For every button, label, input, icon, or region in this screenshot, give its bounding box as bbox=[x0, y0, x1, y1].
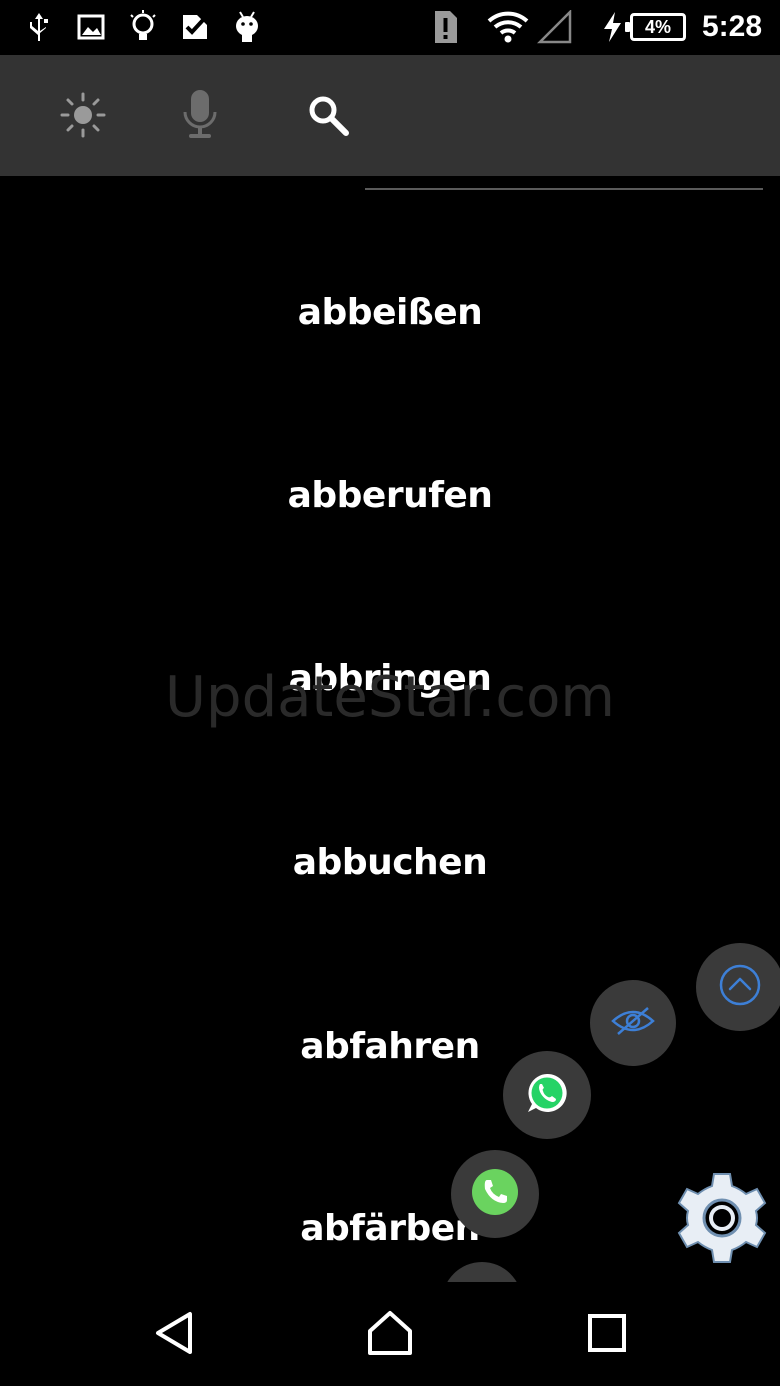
wifi-icon bbox=[486, 10, 530, 44]
list-item[interactable]: abbeißen bbox=[0, 292, 780, 333]
list-item[interactable]: abbuchen bbox=[0, 842, 780, 883]
charging-icon bbox=[598, 10, 626, 44]
android-icon bbox=[230, 10, 264, 44]
hide-icon bbox=[610, 1005, 656, 1041]
phone-button[interactable] bbox=[451, 1150, 539, 1238]
recents-button[interactable] bbox=[572, 1300, 642, 1370]
alert-icon bbox=[428, 10, 462, 44]
home-icon bbox=[367, 1310, 413, 1360]
bulb-icon bbox=[126, 10, 160, 44]
word-list: abbeißen abberufen abbringen abbuchen ab… bbox=[0, 176, 780, 1280]
home-button[interactable] bbox=[355, 1300, 425, 1370]
hide-button[interactable] bbox=[590, 980, 676, 1066]
status-bar: 4% 5:28 bbox=[0, 0, 780, 55]
list-item[interactable]: abberufen bbox=[0, 475, 780, 516]
list-item[interactable]: abbringen bbox=[0, 658, 780, 699]
scroll-up-button[interactable] bbox=[696, 943, 780, 1031]
back-button[interactable] bbox=[139, 1300, 209, 1370]
back-icon bbox=[152, 1310, 196, 1360]
scroll-up-icon bbox=[718, 963, 762, 1011]
recents-icon bbox=[587, 1313, 627, 1357]
whatsapp-icon bbox=[525, 1071, 569, 1119]
battery-percent: 4% bbox=[644, 16, 671, 37]
search-icon[interactable] bbox=[298, 85, 358, 145]
image-icon bbox=[74, 10, 108, 44]
navigation-bar bbox=[0, 1282, 780, 1386]
gear-icon bbox=[672, 1173, 772, 1272]
usb-icon bbox=[22, 10, 56, 44]
list-item[interactable]: abfärben bbox=[0, 1208, 780, 1249]
battery-icon: 4% bbox=[625, 13, 686, 41]
phone-icon bbox=[471, 1168, 519, 1220]
signal-icon bbox=[536, 10, 574, 44]
clock: 5:28 bbox=[701, 10, 762, 43]
brightness-icon[interactable] bbox=[53, 85, 113, 145]
toolbar bbox=[0, 55, 780, 190]
microphone-icon[interactable] bbox=[170, 85, 230, 145]
settings-button[interactable] bbox=[672, 1168, 772, 1268]
check-icon bbox=[178, 10, 212, 44]
whatsapp-button[interactable] bbox=[503, 1051, 591, 1139]
